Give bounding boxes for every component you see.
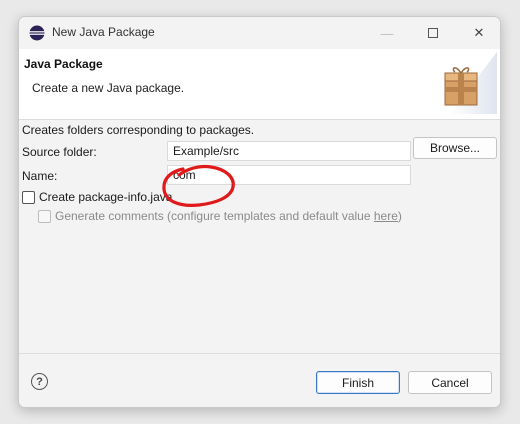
eclipse-icon <box>29 25 45 41</box>
generate-comments-row: Generate comments (configure templates a… <box>38 209 402 223</box>
generate-comments-text: Generate comments (configure templates a… <box>55 209 374 223</box>
wizard-footer: ? Finish Cancel <box>19 353 500 407</box>
window-title: New Java Package <box>52 25 155 39</box>
minimize-button[interactable]: — <box>364 17 410 49</box>
wizard-description: Create a new Java package. <box>32 81 185 95</box>
title-bar[interactable]: New Java Package — ✕ <box>19 17 500 49</box>
maximize-icon <box>428 28 438 38</box>
package-name-field[interactable] <box>167 165 411 185</box>
minimize-icon: — <box>380 25 394 41</box>
wizard-header: Java Package Create a new Java package. <box>19 49 500 120</box>
dialog-window: New Java Package — ✕ Java Package Create… <box>18 16 501 408</box>
close-icon: ✕ <box>473 25 485 40</box>
generate-comments-suffix: ) <box>397 209 402 223</box>
help-button[interactable]: ? <box>31 373 48 390</box>
maximize-button[interactable] <box>410 17 456 49</box>
close-button[interactable]: ✕ <box>456 17 500 49</box>
wizard-title: Java Package <box>24 57 103 71</box>
create-package-info-checkbox[interactable] <box>22 190 35 204</box>
package-icon <box>444 52 497 114</box>
info-text: Creates folders corresponding to package… <box>22 123 255 137</box>
create-package-info-label[interactable]: Create package-info.java <box>39 190 172 204</box>
create-package-info-row[interactable]: Create package-info.java <box>22 190 172 204</box>
name-label: Name: <box>22 169 58 183</box>
help-icon: ? <box>36 375 43 388</box>
generate-comments-here-link: here <box>373 209 398 223</box>
source-folder-field[interactable] <box>167 141 411 161</box>
browse-button[interactable]: Browse... <box>413 137 497 159</box>
cancel-button[interactable]: Cancel <box>408 371 492 394</box>
finish-button[interactable]: Finish <box>316 371 400 394</box>
source-folder-label: Source folder: <box>22 145 97 159</box>
generate-comments-label: Generate comments (configure templates a… <box>55 209 402 223</box>
generate-comments-checkbox <box>38 209 51 223</box>
